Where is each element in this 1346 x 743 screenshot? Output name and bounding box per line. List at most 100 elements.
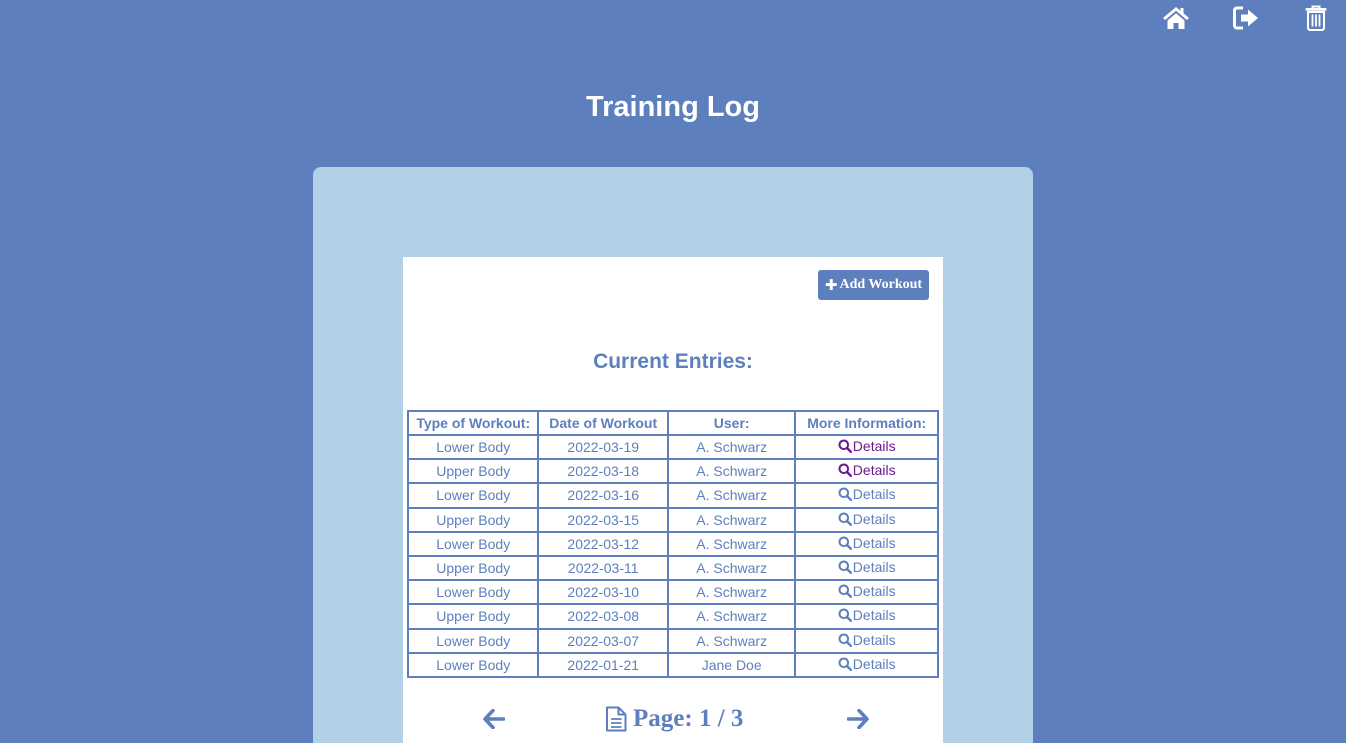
cell-workout-date: 2022-03-15 <box>537 506 669 533</box>
top-navigation <box>1162 4 1330 32</box>
details-link[interactable]: Details <box>838 656 896 672</box>
table-row: Lower Body 2022-03-12 A. Schwarz Details <box>406 530 939 557</box>
entries-heading: Current Entries: <box>593 350 753 373</box>
table-header-row: Type of Workout: Date of Workout User: M… <box>406 410 939 436</box>
page-title: Training Log <box>586 91 760 123</box>
home-icon <box>1163 7 1189 29</box>
cell-user: A. Schwarz <box>666 506 797 533</box>
details-label: Details <box>852 486 896 503</box>
home-button[interactable] <box>1162 4 1190 32</box>
search-icon <box>838 608 852 623</box>
details-label: Details <box>852 510 896 527</box>
table-row: Upper Body 2022-03-08 A. Schwarz Details <box>406 603 939 630</box>
cell-workout-type: Lower Body <box>406 627 540 654</box>
search-icon <box>838 463 852 478</box>
cell-workout-type: Lower Body <box>406 530 540 557</box>
sign-out-icon <box>1233 6 1258 30</box>
cell-workout-type: Upper Body <box>406 458 540 485</box>
search-icon <box>838 536 852 550</box>
logout-button[interactable] <box>1232 4 1260 32</box>
search-icon <box>838 633 852 647</box>
table-row: Lower Body 2022-03-07 A. Schwarz Details <box>406 627 939 654</box>
search-icon <box>838 512 852 526</box>
cell-user: A. Schwarz <box>666 554 797 582</box>
entries-table: Type of Workout: Date of Workout User: M… <box>406 410 939 678</box>
column-header-type: Type of Workout: <box>406 410 540 436</box>
table-row: Upper Body 2022-03-18 A. Schwarz Details <box>406 458 939 485</box>
cell-workout-date: 2022-03-12 <box>537 530 669 557</box>
add-workout-button[interactable]: ✚ Add Workout <box>818 270 929 300</box>
cell-workout-type: Lower Body <box>406 579 540 606</box>
cell-workout-date: 2022-03-18 <box>537 458 669 485</box>
details-link[interactable]: Details <box>838 583 896 599</box>
arrow-right-icon[interactable] <box>847 709 869 729</box>
cell-more-information: Details <box>794 651 939 678</box>
cell-workout-type: Lower Body <box>406 482 540 509</box>
cell-workout-date: 2022-03-19 <box>537 433 669 461</box>
cell-user: A. Schwarz <box>666 458 797 485</box>
trash-icon <box>1305 5 1327 31</box>
table-row: Lower Body 2022-03-10 A. Schwarz Details <box>406 579 939 606</box>
details-link[interactable]: Details <box>838 535 896 551</box>
details-link[interactable]: Details <box>838 632 896 648</box>
cell-user: A. Schwarz <box>666 482 797 509</box>
cell-more-information: Details <box>794 579 939 606</box>
cell-more-information: Details <box>794 530 939 557</box>
entries-table-body: Lower Body 2022-03-19 A. Schwarz Details Upp… <box>406 433 939 678</box>
cell-more-information: Details <box>794 433 939 461</box>
cell-more-information: Details <box>794 603 939 630</box>
search-icon <box>838 560 852 575</box>
cell-workout-date: 2022-03-16 <box>537 482 669 509</box>
details-link[interactable]: Details <box>838 438 896 454</box>
cell-workout-date: 2022-03-08 <box>537 603 669 630</box>
content-panel: ✚ Add Workout Current Entries: Type of W… <box>313 167 1033 743</box>
cell-more-information: Details <box>794 627 939 654</box>
cell-workout-type: Upper Body <box>406 506 540 533</box>
column-header-date: Date of Workout <box>537 410 669 436</box>
column-header-user: User: <box>666 410 797 436</box>
details-label: Details <box>852 583 896 600</box>
details-label: Details <box>852 462 896 479</box>
table-row: Lower Body 2022-03-16 A. Schwarz Details <box>406 482 939 509</box>
cell-workout-date: 2022-03-07 <box>537 627 669 654</box>
cell-workout-date: 2022-03-10 <box>537 579 669 606</box>
page-label: Page: 1 / 3 <box>633 705 744 732</box>
search-icon <box>838 439 852 454</box>
plus-icon: ✚ <box>824 275 838 294</box>
cell-more-information: Details <box>794 506 939 533</box>
cell-user: Jane Doe <box>666 651 797 678</box>
cell-user: A. Schwarz <box>666 627 797 654</box>
details-label: Details <box>852 534 896 551</box>
table-row: Lower Body 2022-01-21 Jane Doe Details <box>406 651 939 678</box>
table-row: Upper Body 2022-03-11 A. Schwarz Details <box>406 554 939 582</box>
cell-workout-date: 2022-01-21 <box>537 651 669 678</box>
cell-more-information: Details <box>794 482 939 509</box>
search-icon <box>838 584 852 599</box>
cell-workout-date: 2022-03-11 <box>537 554 669 582</box>
cell-workout-type: Upper Body <box>406 554 540 582</box>
entries-card: ✚ Add Workout Current Entries: Type of W… <box>403 257 943 743</box>
cell-workout-type: Upper Body <box>406 603 540 630</box>
file-text-icon <box>606 706 627 732</box>
table-row: Lower Body 2022-03-19 A. Schwarz Details <box>406 433 939 461</box>
pagination: Page: 1 / 3 <box>403 703 943 737</box>
cell-user: A. Schwarz <box>666 433 797 461</box>
search-icon <box>838 487 852 502</box>
cell-workout-type: Lower Body <box>406 651 540 678</box>
cell-workout-type: Lower Body <box>406 433 540 461</box>
details-link[interactable]: Details <box>838 462 896 478</box>
cell-user: A. Schwarz <box>666 530 797 557</box>
details-label: Details <box>852 559 896 576</box>
cell-user: A. Schwarz <box>666 603 797 630</box>
cell-more-information: Details <box>794 554 939 582</box>
details-label: Details <box>852 631 896 648</box>
page-indicator: Page: 1 / 3 <box>605 705 743 733</box>
details-label: Details <box>852 655 896 672</box>
delete-button[interactable] <box>1302 4 1330 32</box>
arrow-left-icon[interactable] <box>483 709 505 729</box>
cell-more-information: Details <box>794 458 939 485</box>
details-link[interactable]: Details <box>838 559 896 575</box>
details-link[interactable]: Details <box>838 607 896 623</box>
details-link[interactable]: Details <box>838 511 896 527</box>
details-link[interactable]: Details <box>838 486 896 502</box>
